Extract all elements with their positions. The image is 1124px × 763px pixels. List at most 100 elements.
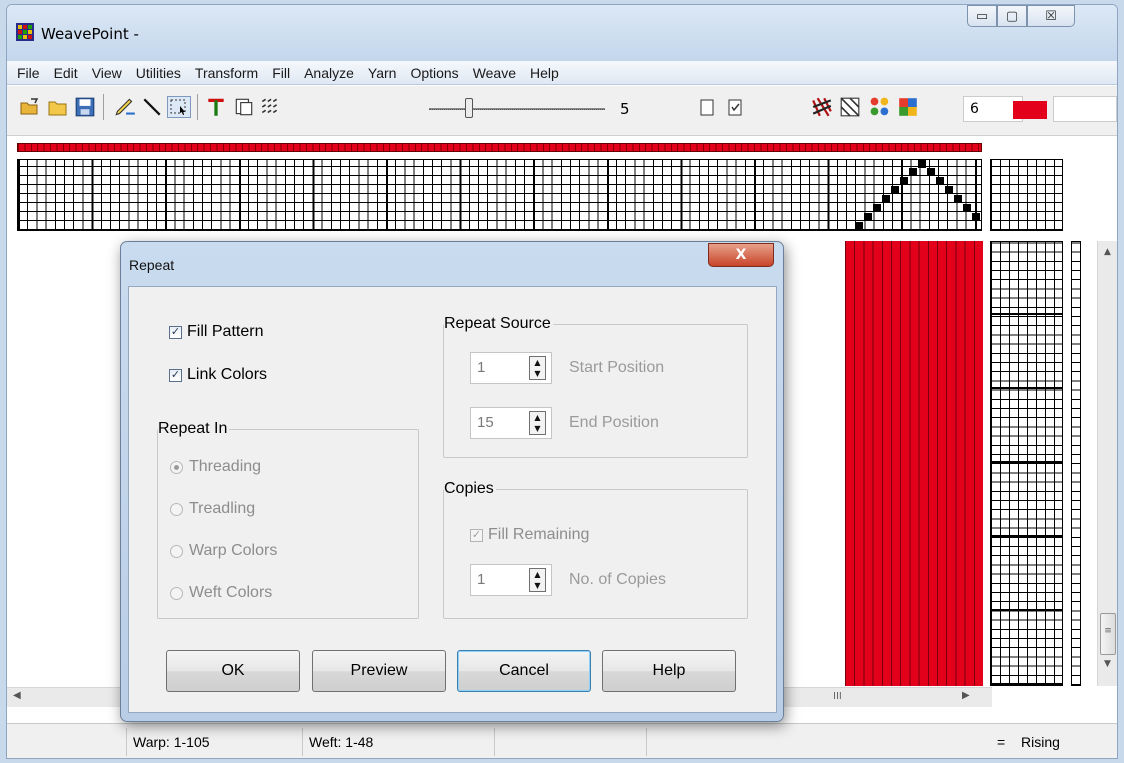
menu-transform[interactable]: Transform [188, 65, 265, 81]
dialog-close-button[interactable]: X [708, 243, 774, 267]
threading-mark [855, 222, 863, 230]
checked-page-icon[interactable] [725, 96, 745, 118]
menu-options[interactable]: Options [403, 65, 465, 81]
start-position-spinner[interactable]: 1 ▲ ▼ [470, 352, 552, 384]
menu-edit[interactable]: Edit [47, 65, 85, 81]
treadling-grid[interactable] [990, 241, 1063, 686]
color-field[interactable] [1053, 96, 1117, 122]
weft-color-bar[interactable] [1071, 241, 1081, 686]
copies-group: Copies ✓ Fill Remaining 1 ▲ ▼ No. of Copi… [443, 480, 748, 619]
copies-label: No. of Copies [569, 571, 666, 588]
threading-mark [963, 204, 971, 212]
pattern-icon[interactable] [259, 96, 281, 118]
save-icon[interactable] [74, 96, 96, 118]
cancel-button[interactable]: Cancel [457, 650, 591, 692]
copy-pages-icon[interactable] [233, 96, 255, 118]
scroll-down-arrow-icon[interactable]: ▼ [1098, 659, 1117, 673]
close-window-button[interactable]: ☒ [1027, 5, 1075, 27]
color-palette-icon[interactable] [869, 96, 891, 118]
status-bar: Warp: 1-105 Weft: 1-48 = Rising [7, 723, 1117, 758]
fabric-view-icon[interactable] [811, 96, 833, 118]
menu-help[interactable]: Help [523, 65, 566, 81]
end-position-label: End Position [569, 414, 659, 431]
fill-pattern-checkbox[interactable]: ✓ Fill Pattern [169, 323, 263, 341]
threading-mark [972, 213, 980, 221]
close-icon: ☒ [1045, 8, 1057, 24]
threading-mark [882, 195, 890, 203]
threading-mark [891, 186, 899, 194]
checkbox-check-icon: ✓ [169, 325, 182, 339]
status-weft: Weft: 1-48 [303, 728, 495, 756]
menu-yarn[interactable]: Yarn [361, 65, 404, 81]
radio-icon [170, 502, 183, 516]
fill-remaining-label: Fill Remaining [488, 526, 590, 543]
zoom-slider-track[interactable] [429, 108, 605, 110]
scroll-up-arrow-icon[interactable]: ▲ [1098, 247, 1117, 261]
scroll-left-arrow-icon[interactable]: ◀ [13, 690, 21, 701]
radio-weft-colors-label: Weft Colors [189, 584, 273, 601]
pencil-icon[interactable] [113, 96, 137, 118]
threading-mark [900, 177, 908, 185]
scroll-right-arrow-icon[interactable]: ▶ [962, 690, 970, 701]
zoom-slider-thumb[interactable] [465, 98, 473, 118]
horizontal-scroll-grip[interactable]: III [833, 691, 842, 702]
ok-button[interactable]: OK [166, 650, 300, 692]
minimize-button[interactable]: ▭ [967, 5, 997, 27]
menu-analyze[interactable]: Analyze [297, 65, 361, 81]
drawdown-area[interactable] [845, 241, 983, 686]
threading-mark [909, 168, 917, 176]
menu-file[interactable]: File [10, 65, 47, 81]
maximize-button[interactable]: ▢ [997, 5, 1027, 27]
spinner-arrows-icon[interactable]: ▲ ▼ [529, 411, 546, 435]
drawdown-view-icon[interactable] [839, 96, 861, 118]
spinner-arrows-icon[interactable]: ▲ ▼ [529, 568, 546, 592]
spinner-arrows-icon[interactable]: ▲ ▼ [529, 356, 546, 380]
dialog-title: Repeat [129, 257, 175, 273]
end-position-value: 15 [477, 414, 494, 431]
radio-warp-colors-label: Warp Colors [189, 542, 278, 559]
tieup-grid[interactable] [990, 159, 1063, 231]
repeat-in-title: Repeat In [158, 420, 230, 438]
radio-threading[interactable]: Threading [170, 458, 261, 476]
fill-remaining-checkbox[interactable]: ✓ Fill Remaining [470, 526, 589, 544]
copies-title: Copies [444, 480, 496, 498]
line-icon[interactable] [141, 96, 163, 118]
vertical-scroll-thumb[interactable]: ≡ [1100, 613, 1116, 655]
title-bar: WeavePoint - ▭ ▢ ☒ [7, 5, 1117, 61]
link-colors-checkbox[interactable]: ✓ Link Colors [169, 366, 267, 384]
status-warp: Warp: 1-105 [127, 728, 303, 756]
open-file-icon[interactable] [19, 96, 41, 118]
checkbox-check-icon: ✓ [470, 528, 483, 542]
radio-icon [170, 544, 183, 558]
toolbar-separator [103, 94, 104, 120]
select-icon[interactable] [167, 96, 191, 118]
menu-fill[interactable]: Fill [265, 65, 297, 81]
menu-utilities[interactable]: Utilities [129, 65, 188, 81]
radio-treadling[interactable]: Treadling [170, 500, 255, 518]
vertical-scrollbar[interactable]: ▲ ≡ ▼ [1097, 241, 1117, 686]
warp-color-bar[interactable] [17, 143, 982, 152]
menu-bar: File Edit View Utilities Transform Fill … [7, 61, 1117, 85]
threading-tool-icon[interactable] [205, 96, 227, 118]
threading-grid[interactable] [17, 159, 982, 231]
toolbar-separator [197, 94, 198, 120]
menu-weave[interactable]: Weave [466, 65, 523, 81]
close-icon: X [735, 247, 747, 263]
copies-spinner[interactable]: 1 ▲ ▼ [470, 564, 552, 596]
radio-selected-icon [170, 460, 183, 474]
current-color-swatch[interactable] [1013, 101, 1047, 119]
new-page-icon[interactable] [697, 96, 717, 118]
link-colors-label: Link Colors [187, 366, 268, 383]
threading-mark [954, 195, 962, 203]
dialog-body: ✓ Fill Pattern ✓ Link Colors Repeat In T… [128, 286, 777, 713]
open-folder-icon[interactable] [47, 96, 69, 118]
radio-warp-colors[interactable]: Warp Colors [170, 542, 277, 560]
end-position-spinner[interactable]: 15 ▲ ▼ [470, 407, 552, 439]
copies-value: 1 [477, 571, 486, 588]
help-button[interactable]: Help [602, 650, 736, 692]
preview-button[interactable]: Preview [312, 650, 446, 692]
color-grid-icon[interactable] [897, 96, 919, 118]
repeat-dialog: Repeat X ✓ Fill Pattern ✓ Link Colors Re… [120, 241, 784, 722]
radio-weft-colors[interactable]: Weft Colors [170, 584, 272, 602]
menu-view[interactable]: View [85, 65, 129, 81]
